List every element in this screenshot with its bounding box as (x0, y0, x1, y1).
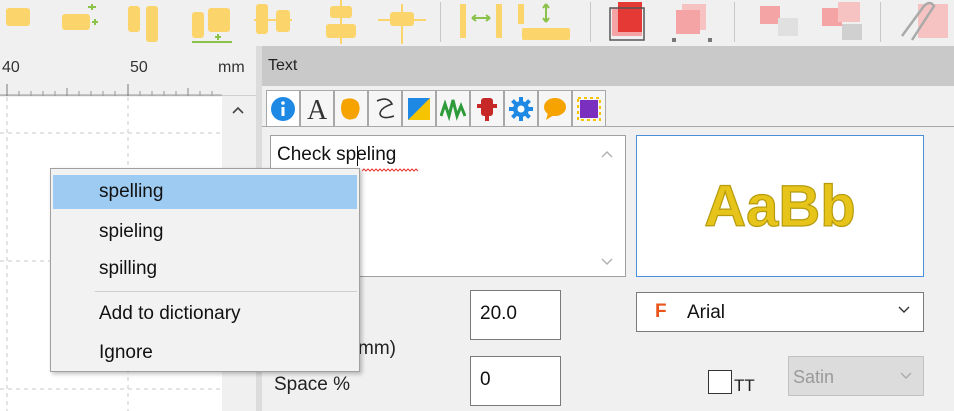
text-properties-panel: Text A Check speling AaBb mm) 20.0 Space… (262, 46, 954, 411)
text-part-2: peling (345, 144, 397, 165)
panel-title: Text (268, 57, 298, 74)
tab-fill[interactable] (334, 90, 368, 126)
align-bottom-icon[interactable] (188, 0, 236, 44)
ungroup-icon[interactable] (816, 0, 868, 44)
text-preview: AaBb (636, 135, 924, 277)
font-type-icon: F (655, 301, 667, 322)
align-top-icon[interactable] (122, 0, 162, 44)
toolbar-separator (440, 2, 441, 42)
ruler-ticks (0, 84, 222, 96)
text-input-value: Check speling (277, 144, 396, 166)
spellcheck-context-menu: spelling spieling spilling Add to dictio… (50, 168, 360, 372)
height-input[interactable]: 20.0 (470, 290, 561, 340)
ruler-unit: mm (218, 59, 245, 76)
outline-icon (376, 97, 395, 118)
suggestion-spilling[interactable]: spilling (53, 252, 357, 286)
text-part-1: Check s (277, 144, 346, 165)
spelling-error-underline (362, 168, 419, 172)
align-center-horizontal-icon[interactable] (254, 0, 294, 44)
height-value: 20.0 (480, 303, 517, 324)
space-label: Space % (274, 374, 351, 395)
align-left-icon[interactable] (6, 0, 58, 44)
tab-applique[interactable] (470, 90, 504, 126)
space-value: 0 (480, 369, 491, 390)
tab-selection[interactable] (572, 90, 606, 126)
chevron-down-icon (898, 306, 910, 313)
toolbar-separator (880, 2, 881, 42)
ruler-label-40: 40 (2, 59, 20, 76)
tt-label: TT (734, 376, 755, 395)
comment-icon (544, 97, 566, 120)
selection-icon (577, 96, 601, 121)
appliqué-icon (477, 97, 497, 121)
shape-icon (408, 97, 430, 120)
ruler-label-50: 50 (130, 59, 148, 76)
panel-header: Text (262, 46, 954, 86)
send-to-back-icon[interactable] (668, 0, 720, 44)
tab-comment[interactable] (538, 90, 572, 126)
toolbar-separator (590, 2, 591, 42)
group-icon[interactable] (752, 0, 804, 44)
info-icon (271, 97, 295, 121)
tab-outline[interactable] (368, 90, 402, 126)
space-input[interactable]: 0 (470, 356, 561, 406)
text-caret (357, 146, 358, 166)
settings-icon (509, 96, 533, 121)
tab-settings[interactable] (504, 90, 538, 126)
same-height-icon[interactable] (456, 0, 506, 44)
font-name: Arial (687, 302, 726, 323)
suggestion-spelling[interactable]: spelling (53, 175, 357, 209)
align-center-icon[interactable] (378, 0, 426, 44)
height-label: mm) (358, 338, 396, 359)
toolbar-separator (734, 2, 735, 42)
align-center-vertical-icon[interactable] (322, 0, 362, 44)
tab-shape[interactable] (402, 90, 436, 126)
tab-baseline (262, 126, 954, 127)
scroll-up-icon[interactable] (231, 105, 245, 115)
textarea-scroll-up-icon[interactable] (601, 150, 613, 158)
suggestion-spieling[interactable]: spieling (53, 215, 357, 249)
textarea-scroll-down-icon[interactable] (601, 258, 613, 266)
clip-icon[interactable] (894, 0, 950, 44)
font-icon: A (307, 95, 328, 123)
add-to-dictionary[interactable]: Add to dictionary (53, 297, 357, 331)
bring-to-front-icon[interactable] (602, 0, 654, 44)
app-window: 40 50 mm Text A Check speling AaBb mm) 2… (0, 0, 954, 411)
chevron-down-icon (900, 372, 912, 379)
tab-info[interactable] (266, 90, 300, 127)
tab-font[interactable]: A (300, 90, 334, 126)
same-width-icon[interactable] (516, 0, 576, 44)
toolbar (0, 0, 954, 46)
stitch-type-value: Satin (793, 367, 835, 387)
ruler: 40 50 mm (0, 46, 256, 96)
preview-sample: AaBb (704, 173, 857, 239)
fill-icon (341, 97, 360, 120)
stitch-type-dropdown: Satin (788, 356, 924, 396)
svg-text:A: A (307, 95, 328, 123)
waveform-icon (440, 98, 466, 121)
ignore[interactable]: Ignore (53, 336, 357, 370)
tt-checkbox[interactable] (708, 370, 732, 394)
svg-text:AaBb: AaBb (704, 174, 855, 239)
tab-waveform[interactable] (436, 90, 470, 126)
font-dropdown[interactable]: F Arial (636, 292, 924, 332)
align-right-icon[interactable] (58, 0, 106, 44)
menu-separator (95, 291, 357, 292)
